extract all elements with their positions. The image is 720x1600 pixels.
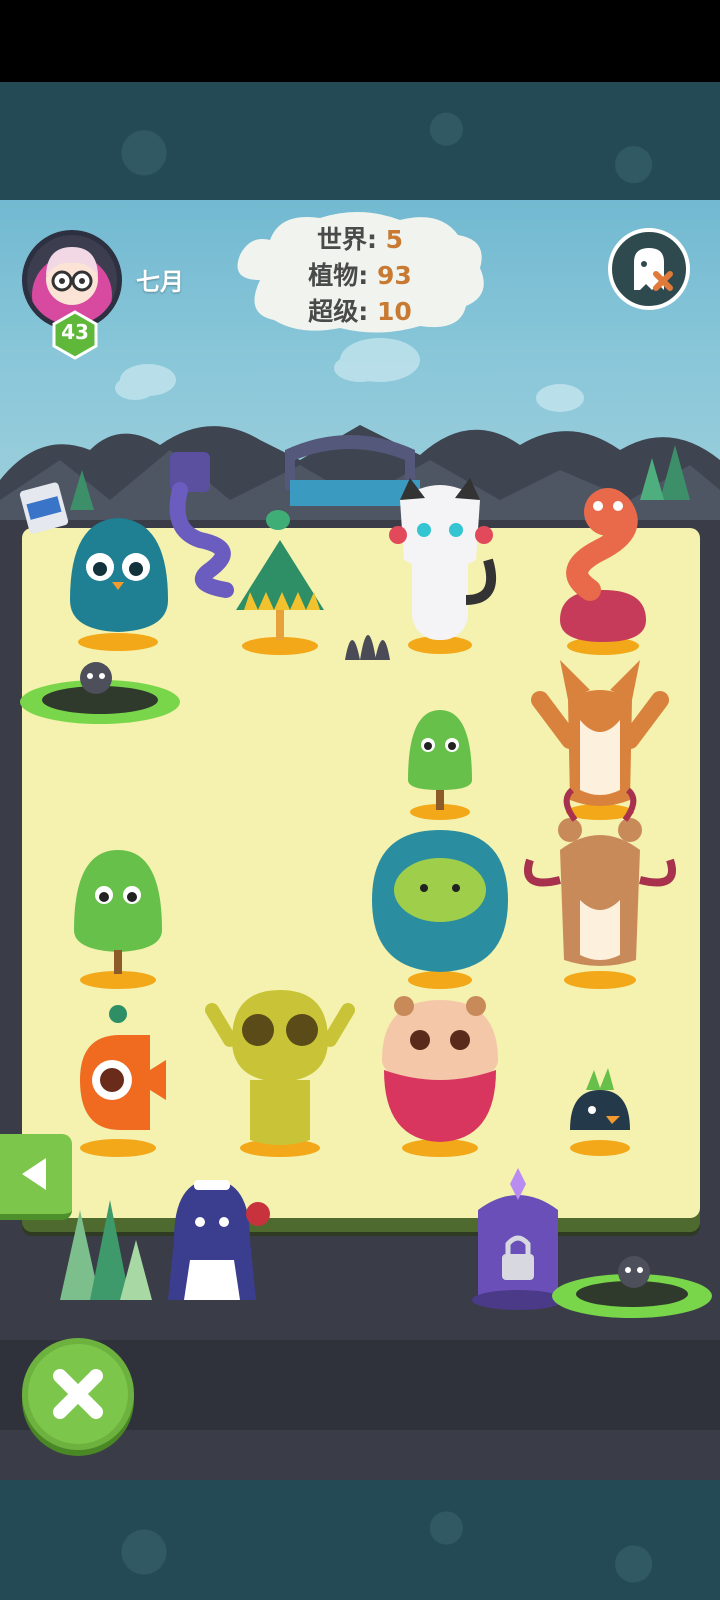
plants-value: 93 (376, 261, 412, 290)
plant-hamster[interactable] (382, 996, 498, 1157)
plant-red-snake[interactable] (560, 488, 646, 655)
plant-blue-bird[interactable] (70, 518, 168, 651)
super-label: 超级: (308, 297, 369, 326)
plant-fox[interactable] (531, 660, 669, 820)
world-stat: 世界: 5 (230, 220, 490, 256)
triangle-left-icon (22, 1158, 46, 1190)
plant-spiky-tree[interactable] (236, 510, 324, 655)
locked-pedestal[interactable] (472, 1168, 564, 1310)
player-name: 七月 (136, 268, 184, 296)
plant-dark-leaves (345, 635, 390, 660)
scroll-left-button[interactable] (0, 1134, 72, 1220)
plant-husky[interactable] (389, 478, 497, 654)
world-label: 世界: (316, 225, 377, 254)
close-x-icon (53, 1369, 103, 1419)
ghost-mute-button[interactable] (608, 228, 690, 310)
super-value: 10 (376, 297, 412, 326)
character-maid-monster[interactable] (168, 1180, 270, 1300)
player-level: 43 (61, 320, 89, 344)
milk-carton-decor (19, 482, 69, 534)
plant-pine-cluster (60, 1200, 152, 1300)
close-button[interactable] (22, 1338, 134, 1450)
world-value: 5 (385, 225, 404, 254)
super-stat: 超级: 10 (230, 292, 490, 328)
spider-slime-left[interactable] (20, 662, 180, 724)
ghost-mute-icon (634, 248, 673, 291)
plant-purple-pot (169, 452, 234, 598)
spider-slime-right[interactable] (552, 1256, 712, 1318)
plant-blue-cabbage[interactable] (372, 830, 508, 989)
plant-green-bush-small[interactable] (408, 710, 472, 820)
stats-cloud: 世界: 5 植物: 93 超级: 10 (230, 210, 490, 335)
plant-orange-fish[interactable] (80, 1005, 166, 1157)
plant-yellow-cat[interactable] (205, 990, 355, 1157)
plants-label: 植物: (308, 261, 369, 290)
plant-dark-bird[interactable] (570, 1068, 630, 1156)
plants-stat: 植物: 93 (230, 256, 490, 292)
bottom-decor-strip (0, 1480, 720, 1600)
plant-green-bush-big[interactable] (74, 850, 162, 989)
